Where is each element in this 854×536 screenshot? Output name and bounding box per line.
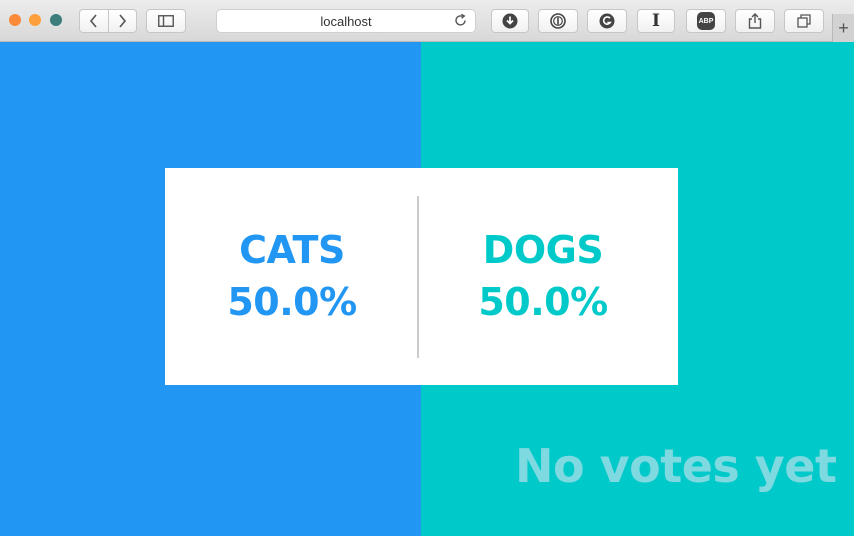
dogs-result: DOGS 50.0% (443, 226, 643, 330)
url-text: localhost (320, 14, 372, 29)
onepassword-icon (550, 13, 566, 29)
forward-icon (119, 14, 127, 28)
share-icon (748, 13, 762, 29)
sidebar-icon (158, 15, 174, 27)
new-tab-icon: + (838, 17, 849, 38)
instapaper-button[interactable]: I (637, 9, 675, 33)
card-divider (417, 196, 419, 358)
forward-button[interactable] (109, 10, 137, 32)
dogs-label: DOGS (482, 228, 604, 272)
download-icon (502, 13, 518, 29)
adblock-label: ABP (698, 17, 714, 25)
onepassword-button[interactable] (538, 9, 578, 33)
new-tab-button[interactable]: + (832, 14, 854, 42)
reload-button[interactable] (453, 13, 468, 33)
no-votes-status: No votes yet (515, 439, 837, 493)
cats-label: CATS (239, 228, 345, 272)
sidebar-button[interactable] (146, 9, 186, 33)
results-card: CATS 50.0% DOGS 50.0% (165, 168, 678, 385)
instapaper-icon: I (652, 11, 660, 31)
tabs-overview-button[interactable] (784, 9, 824, 33)
dogs-percent: 50.0% (478, 280, 608, 324)
back-button[interactable] (80, 10, 109, 32)
tabs-icon (797, 14, 811, 28)
download-button[interactable] (491, 9, 529, 33)
close-window-button[interactable] (9, 14, 21, 26)
zoom-window-button[interactable] (50, 14, 62, 26)
cats-percent: 50.0% (227, 280, 357, 324)
adblock-button[interactable]: ABP (686, 9, 726, 33)
cats-result: CATS 50.0% (192, 226, 392, 330)
address-bar[interactable]: localhost (216, 9, 476, 33)
grammarly-icon (599, 13, 615, 29)
reload-icon (455, 13, 466, 26)
nav-buttons (79, 9, 137, 33)
minimize-window-button[interactable] (29, 14, 41, 26)
page-content: CATS 50.0% DOGS 50.0% No votes yet (0, 42, 854, 536)
adblock-icon: ABP (697, 12, 715, 30)
share-button[interactable] (735, 9, 775, 33)
browser-toolbar: localhost I ABP + (0, 0, 854, 42)
grammarly-button[interactable] (587, 9, 627, 33)
back-icon (89, 14, 97, 28)
